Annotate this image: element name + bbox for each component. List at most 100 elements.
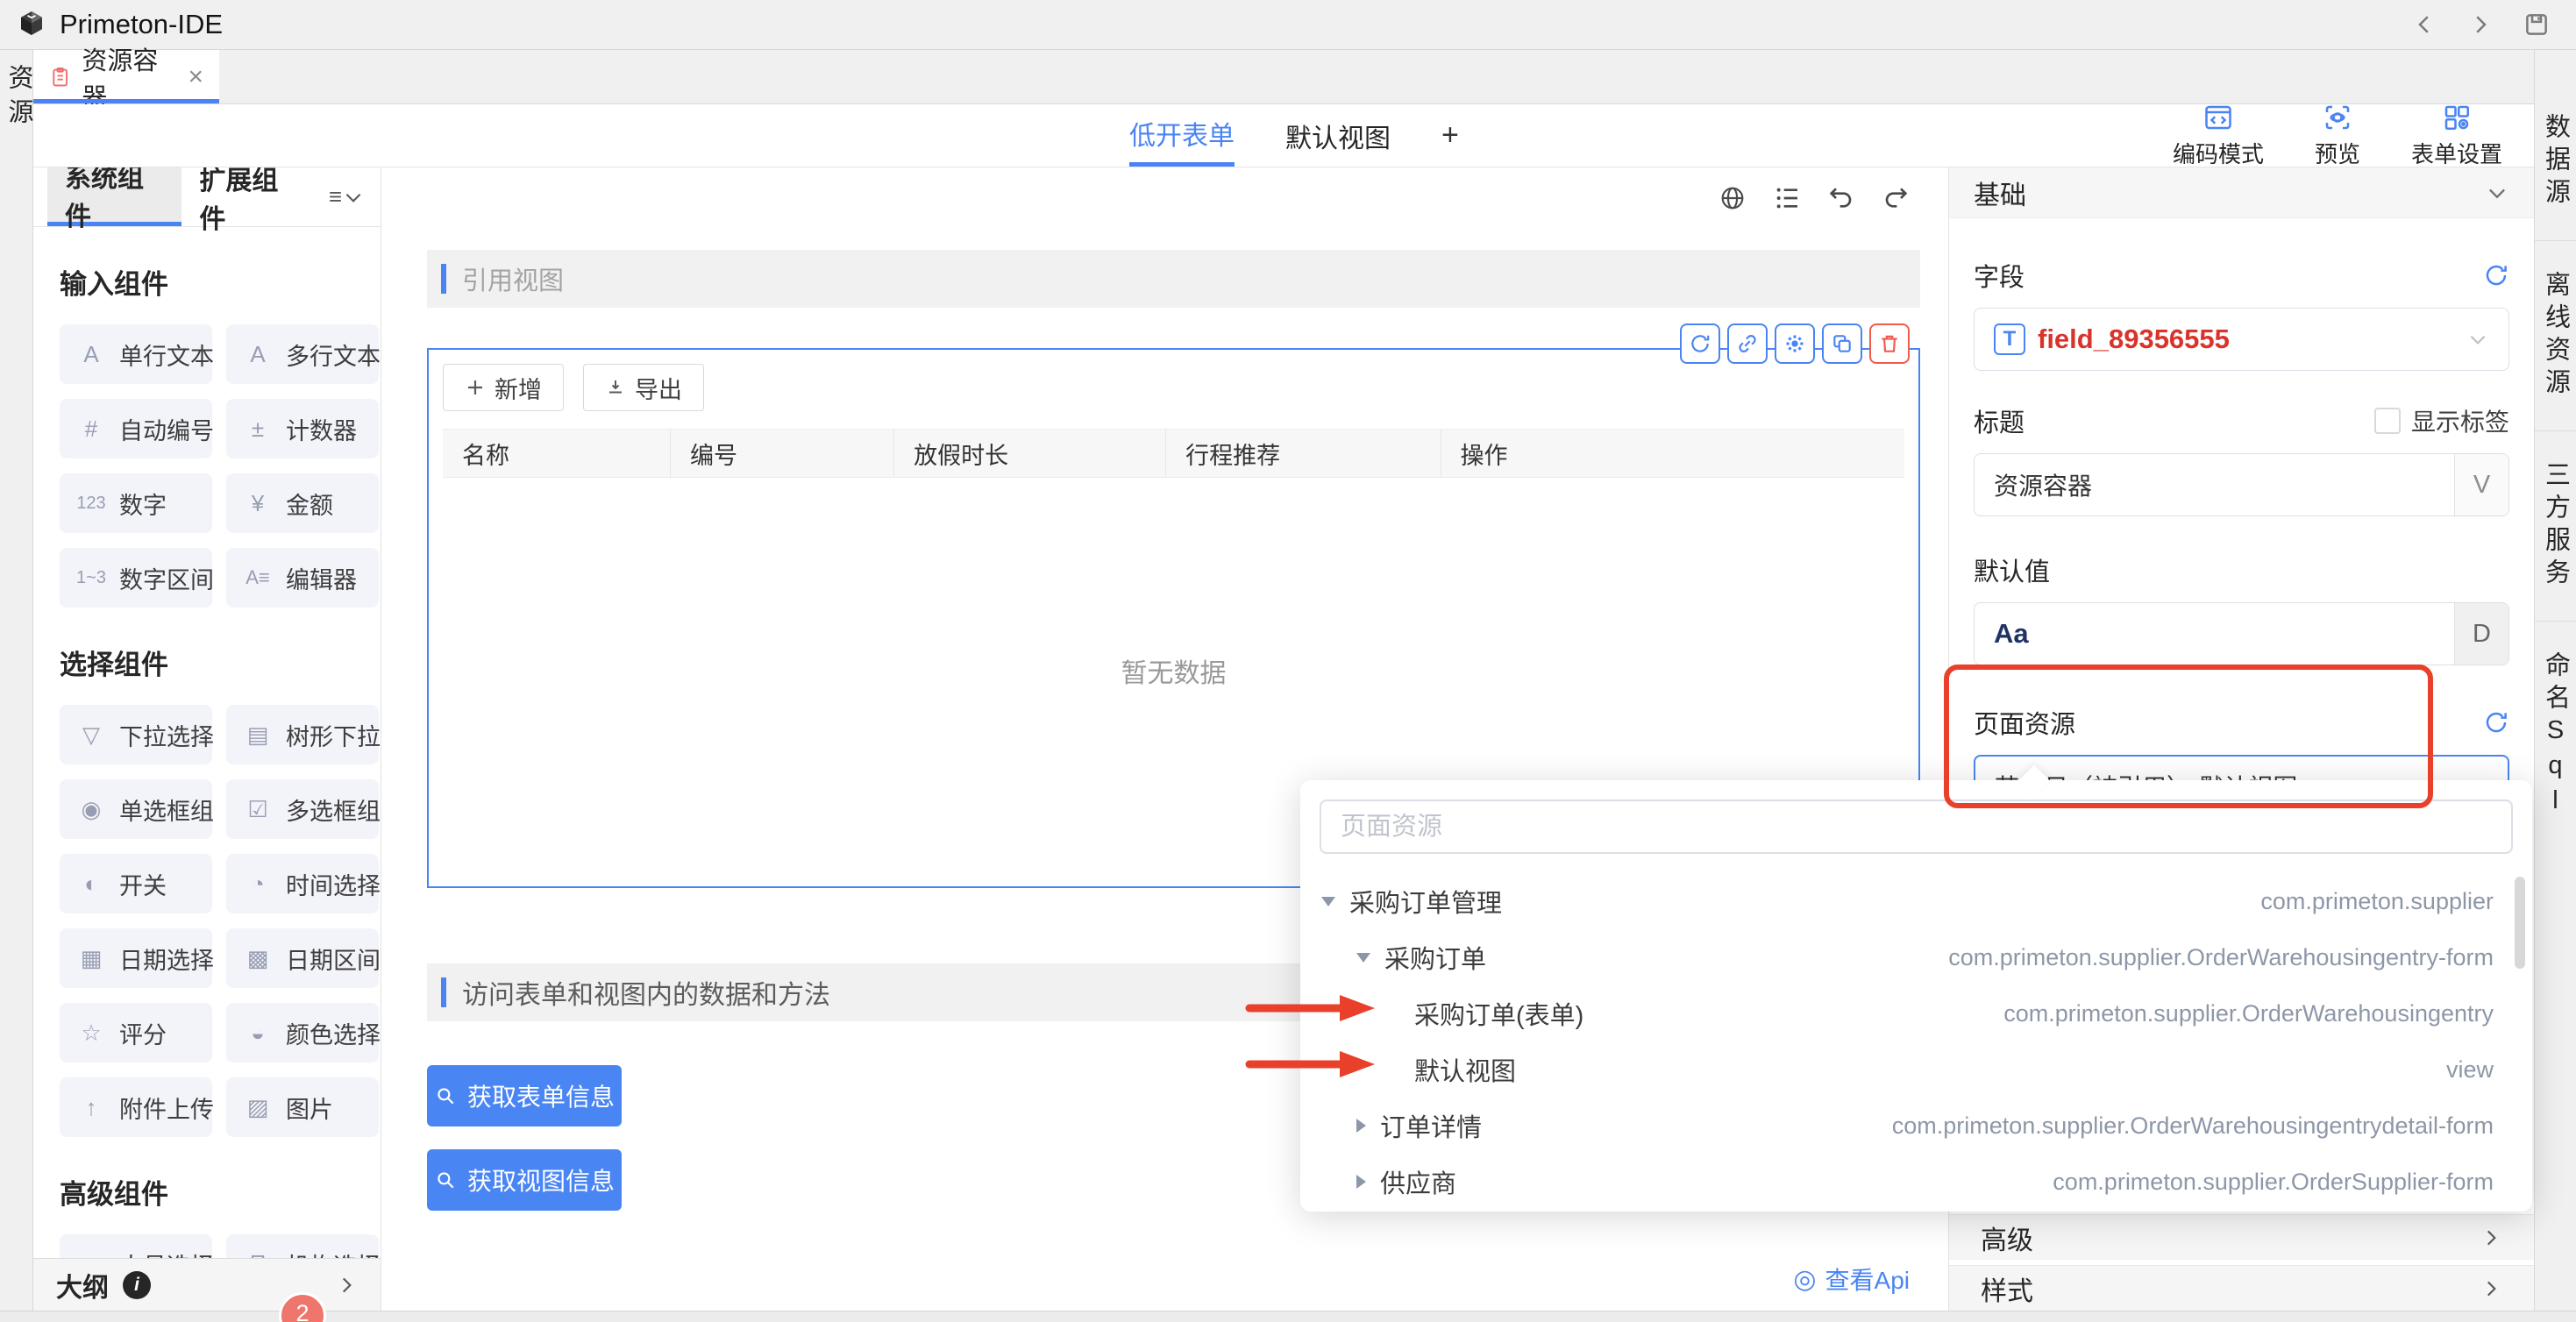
- component-auto-number[interactable]: #自动编号: [60, 399, 212, 458]
- tab-default-view[interactable]: 默认视图: [1285, 104, 1391, 167]
- component-number-range[interactable]: 1~3数字区间: [60, 548, 212, 608]
- data-methods-title: 访问表单和视图内的数据和方法: [462, 973, 830, 1012]
- component-list-menu-icon[interactable]: ≡: [329, 167, 342, 226]
- caret-collapsed-icon[interactable]: [1356, 1119, 1366, 1133]
- component-radio-group[interactable]: ◉单选框组: [60, 779, 212, 839]
- document-icon: [49, 65, 71, 89]
- collapse-panel-chevron-icon[interactable]: [342, 167, 365, 226]
- strip-item-datasource[interactable]: 数据源: [2537, 83, 2574, 240]
- preview-button[interactable]: 预览: [2315, 102, 2360, 169]
- component-switch[interactable]: ◐开关: [60, 854, 212, 913]
- bottom-status-strip: [0, 1311, 2576, 1322]
- tab-lowcode-form[interactable]: 低开表单: [1129, 104, 1235, 167]
- nav-back-icon[interactable]: [2411, 11, 2437, 38]
- column-trip-recommendation[interactable]: 行程推荐: [1166, 430, 1441, 477]
- tree-item-purchase-order[interactable]: 采购订单 com.primeton.supplier.OrderWarehous…: [1300, 929, 2532, 985]
- redo-icon[interactable]: [1882, 184, 1910, 212]
- component-time-picker[interactable]: ◔时间选择: [226, 854, 379, 913]
- tree-item-purchase-order-form[interactable]: 采购订单(表单) com.primeton.supplier.OrderWare…: [1300, 985, 2532, 1041]
- outline-bar[interactable]: 大纲 i: [33, 1258, 381, 1311]
- refresh-field-icon[interactable]: [2483, 262, 2509, 288]
- view-api-link[interactable]: ◎ 查看Api: [1793, 1262, 1910, 1297]
- tree-item-default-view[interactable]: 默认视图 view: [1300, 1041, 2532, 1098]
- globe-icon[interactable]: [1719, 184, 1747, 212]
- column-name[interactable]: 名称: [443, 430, 671, 477]
- component-date-range[interactable]: ▩日期区间: [226, 928, 379, 988]
- copy-component-button[interactable]: [1822, 323, 1862, 364]
- basic-section-header[interactable]: 基础: [1949, 167, 2534, 218]
- title-variable-toggle[interactable]: V: [2454, 454, 2508, 515]
- strip-item-third-party-services[interactable]: 三方服务: [2537, 431, 2574, 621]
- tab-extension-components[interactable]: 扩展组件: [181, 167, 316, 226]
- column-code[interactable]: 编号: [671, 430, 894, 477]
- link-component-button[interactable]: [1727, 323, 1768, 364]
- title-input[interactable]: 资源容器 V: [1974, 453, 2509, 516]
- save-icon[interactable]: [2523, 11, 2550, 38]
- component-editor[interactable]: A≡编辑器: [226, 548, 379, 608]
- component-single-line-text[interactable]: A单行文本: [60, 324, 212, 384]
- preview-icon: [2322, 102, 2353, 133]
- nav-forward-icon[interactable]: [2467, 11, 2494, 38]
- code-mode-button[interactable]: 编码模式: [2173, 102, 2264, 169]
- trash-icon: [1878, 332, 1901, 355]
- add-row-button[interactable]: 新增: [443, 364, 564, 411]
- advanced-section-header[interactable]: 高级: [1949, 1214, 2534, 1260]
- referenced-view-section[interactable]: 引用视图: [427, 250, 1920, 308]
- left-resource-strip[interactable]: 资源: [0, 50, 33, 1311]
- outline-expand-chevron-icon[interactable]: [335, 1274, 358, 1297]
- component-attachment-upload[interactable]: ↑附件上传: [60, 1077, 212, 1137]
- popup-scrollbar[interactable]: [2515, 877, 2525, 969]
- plus-icon: [465, 377, 486, 398]
- export-button[interactable]: 导出: [583, 364, 704, 411]
- refresh-page-resource-icon[interactable]: [2483, 709, 2509, 736]
- show-label-text: 显示标签: [2411, 403, 2509, 438]
- undo-icon[interactable]: [1827, 184, 1855, 212]
- delete-component-button[interactable]: [1869, 323, 1910, 364]
- caret-collapsed-icon[interactable]: [1356, 1175, 1366, 1189]
- tree-item-order-detail[interactable]: 订单详情 com.primeton.supplier.OrderWarehous…: [1300, 1098, 2532, 1154]
- component-dropdown-select[interactable]: ▽下拉选择: [60, 705, 212, 764]
- column-actions[interactable]: 操作: [1441, 430, 1904, 477]
- show-label-checkbox[interactable]: [2374, 408, 2401, 434]
- caret-expanded-icon[interactable]: [1321, 897, 1335, 906]
- field-select[interactable]: T field_89356555: [1974, 308, 2509, 371]
- canvas-toolbar: [381, 167, 1948, 229]
- default-value-mode-toggle[interactable]: D: [2454, 603, 2508, 665]
- strip-item-named-sql[interactable]: 命名Sql: [2537, 622, 2574, 851]
- outline-list-icon[interactable]: [1773, 184, 1801, 212]
- component-date-picker[interactable]: ▦日期选择: [60, 928, 212, 988]
- component-image[interactable]: ▨图片: [226, 1077, 379, 1137]
- component-person-select[interactable]: ○人员选择: [60, 1234, 212, 1258]
- date-range-icon: ▩: [240, 945, 275, 972]
- component-checkbox-group[interactable]: ☑多选框组: [226, 779, 379, 839]
- column-holiday-duration[interactable]: 放假时长: [894, 430, 1166, 477]
- get-form-info-button[interactable]: 获取表单信息: [427, 1065, 622, 1127]
- style-section-header[interactable]: 样式: [1949, 1265, 2534, 1311]
- component-settings-button[interactable]: [1775, 323, 1815, 364]
- caret-expanded-icon[interactable]: [1356, 953, 1370, 963]
- get-view-info-button[interactable]: 获取视图信息: [427, 1149, 622, 1211]
- tab-system-components[interactable]: 系统组件: [47, 167, 181, 226]
- tree-item-supplier[interactable]: 供应商 com.primeton.supplier.OrderSupplier-…: [1300, 1154, 2532, 1210]
- code-mode-icon: [2202, 102, 2234, 133]
- text-field-type-icon: T: [1994, 323, 2025, 355]
- component-color-picker[interactable]: ◒颜色选择: [226, 1003, 379, 1063]
- strip-item-offline-resources[interactable]: 离线资源: [2537, 241, 2574, 430]
- tree-item-purchase-order-management[interactable]: 采购订单管理 com.primeton.supplier: [1300, 873, 2532, 929]
- component-org-select[interactable]: 品机构选择: [226, 1234, 379, 1258]
- component-number[interactable]: 123数字: [60, 473, 212, 533]
- component-counter[interactable]: ±计数器: [226, 399, 379, 458]
- resource-search-input[interactable]: [1320, 800, 2513, 854]
- doc-tab-resource-container[interactable]: 资源容器 ×: [33, 50, 219, 103]
- component-multi-line-text[interactable]: A多行文本: [226, 324, 379, 384]
- add-view-tab-button[interactable]: +: [1441, 104, 1459, 167]
- close-tab-icon[interactable]: ×: [188, 62, 203, 92]
- component-rating[interactable]: ☆评分: [60, 1003, 212, 1063]
- component-amount[interactable]: ¥金额: [226, 473, 379, 533]
- chevron-down-icon[interactable]: [2485, 181, 2509, 205]
- form-settings-button[interactable]: 表单设置: [2411, 102, 2502, 169]
- component-tree-dropdown[interactable]: ▤树形下拉: [226, 705, 379, 764]
- form-header: 低开表单 默认视图 + 编码模式 预览 表单设置: [33, 104, 2534, 167]
- default-value-input[interactable]: Aa D: [1974, 602, 2509, 665]
- refresh-component-button[interactable]: [1680, 323, 1720, 364]
